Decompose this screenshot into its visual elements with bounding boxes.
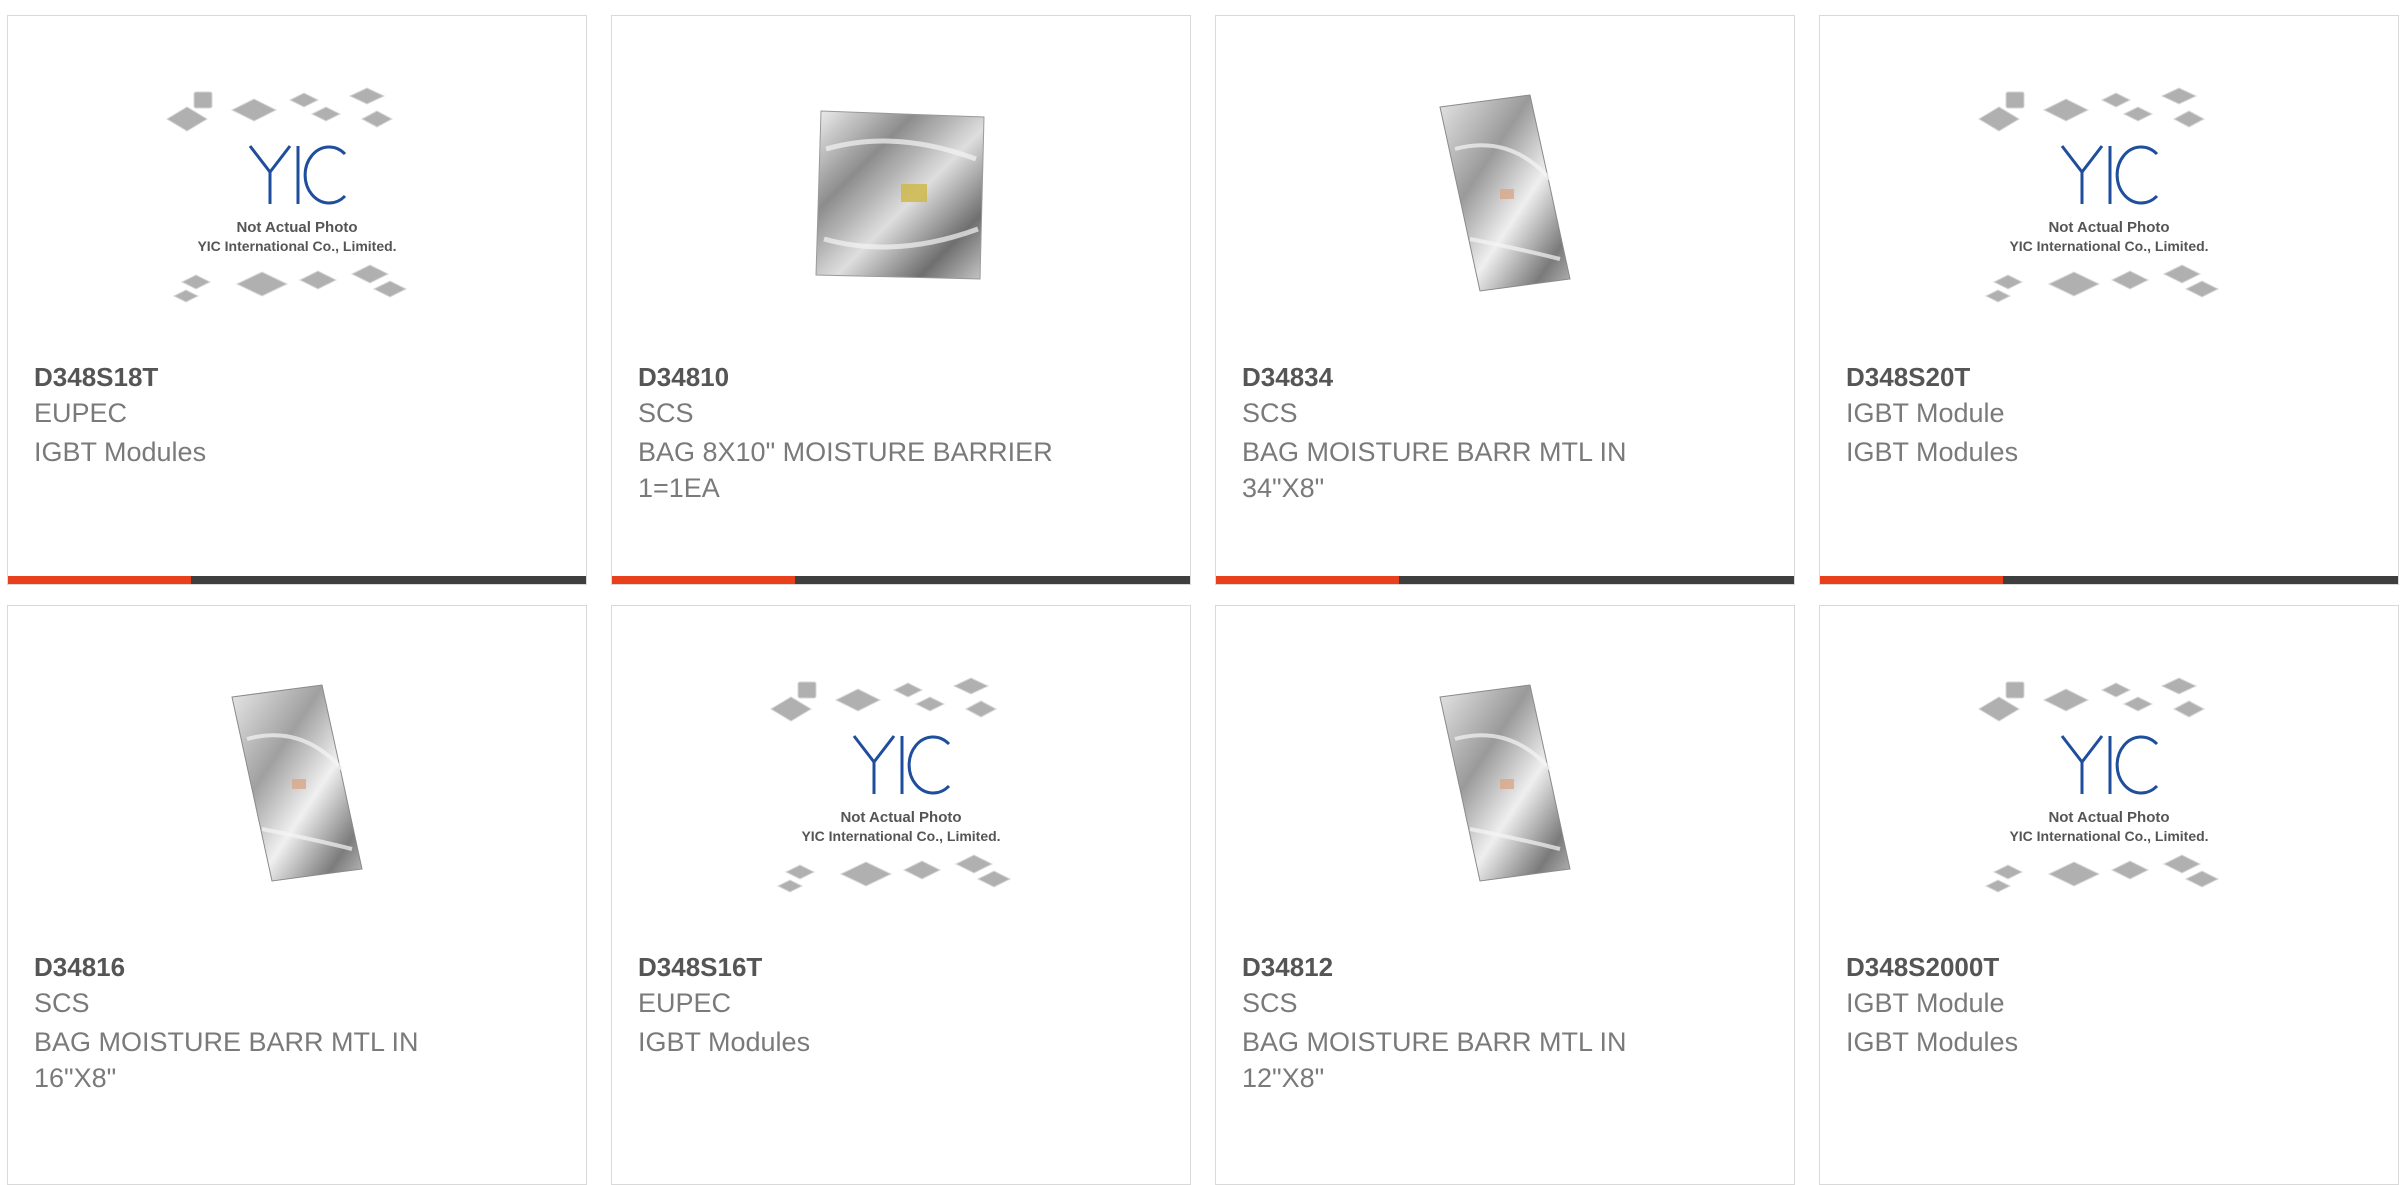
product-card[interactable]: Not Actual Photo YIC International Co., … — [1819, 605, 2399, 1185]
product-card[interactable]: D34810 SCS BAG 8X10" MOISTURE BARRIER 1=… — [611, 15, 1191, 585]
not-actual-photo-placeholder: Not Actual Photo YIC International Co., … — [166, 86, 408, 303]
placeholder-line1: Not Actual Photo — [840, 809, 961, 826]
description: BAG 8X10" MOISTURE BARRIER 1=1EA — [638, 437, 1053, 503]
product-card[interactable]: D34834 SCS BAG MOISTURE BARR MTL IN 34"X… — [1215, 15, 1795, 585]
manufacturer: SCS — [638, 398, 694, 428]
card-bar-accent — [1820, 576, 2003, 584]
card-bar — [8, 576, 586, 584]
card-bar-accent — [8, 576, 191, 584]
product-image[interactable]: Not Actual Photo YIC International Co., … — [612, 671, 1190, 896]
moisture-bag-photo — [815, 109, 985, 280]
moisture-bag-photo — [1439, 93, 1571, 292]
placeholder-line2: YIC International Co., Limited. — [197, 238, 396, 254]
description: BAG MOISTURE BARR MTL IN 34"X8" — [1242, 437, 1627, 503]
description: IGBT Modules — [638, 1027, 811, 1057]
card-bar — [1820, 576, 2398, 584]
product-image[interactable]: Not Actual Photo YIC International Co., … — [1820, 671, 2398, 896]
manufacturer: IGBT Module — [1846, 398, 2005, 428]
moisture-bag-photo — [231, 683, 363, 882]
not-actual-photo-placeholder: Not Actual Photo YIC International Co., … — [1978, 86, 2220, 303]
description: BAG MOISTURE BARR MTL IN 16"X8" — [34, 1027, 419, 1093]
card-bar — [612, 576, 1190, 584]
product-image[interactable] — [1216, 671, 1794, 896]
not-actual-photo-placeholder: Not Actual Photo YIC International Co., … — [1978, 676, 2220, 893]
card-bar — [1216, 576, 1794, 584]
description: IGBT Modules — [34, 437, 207, 467]
placeholder-line1: Not Actual Photo — [2048, 809, 2169, 826]
placeholder-line1: Not Actual Photo — [236, 219, 357, 236]
placeholder-line1: Not Actual Photo — [2048, 219, 2169, 236]
description: IGBT Modules — [1846, 437, 2019, 467]
part-number[interactable]: D34816 — [34, 952, 125, 983]
product-card[interactable]: Not Actual Photo YIC International Co., … — [7, 15, 587, 585]
manufacturer: SCS — [34, 988, 90, 1018]
product-image[interactable]: Not Actual Photo YIC International Co., … — [1820, 81, 2398, 306]
manufacturer: SCS — [1242, 398, 1298, 428]
part-number[interactable]: D34810 — [638, 362, 729, 393]
part-number[interactable]: D348S16T — [638, 952, 762, 983]
card-bar-accent — [1216, 576, 1399, 584]
product-image[interactable] — [612, 81, 1190, 306]
part-number[interactable]: D34812 — [1242, 952, 1333, 983]
manufacturer: EUPEC — [34, 398, 128, 428]
manufacturer: IGBT Module — [1846, 988, 2005, 1018]
product-image[interactable] — [8, 671, 586, 896]
placeholder-line2: YIC International Co., Limited. — [2009, 238, 2208, 254]
part-number[interactable]: D34834 — [1242, 362, 1333, 393]
card-bar-accent — [612, 576, 795, 584]
product-image[interactable] — [1216, 81, 1794, 306]
manufacturer: EUPEC — [638, 988, 732, 1018]
part-number[interactable]: D348S2000T — [1846, 952, 1999, 983]
description: BAG MOISTURE BARR MTL IN 12"X8" — [1242, 1027, 1627, 1093]
description: IGBT Modules — [1846, 1027, 2019, 1057]
product-card[interactable]: D34812 SCS BAG MOISTURE BARR MTL IN 12"X… — [1215, 605, 1795, 1185]
part-number[interactable]: D348S20T — [1846, 362, 1970, 393]
product-image[interactable]: Not Actual Photo YIC International Co., … — [8, 81, 586, 306]
product-card[interactable]: D34816 SCS BAG MOISTURE BARR MTL IN 16"X… — [7, 605, 587, 1185]
part-number[interactable]: D348S18T — [34, 362, 158, 393]
placeholder-line2: YIC International Co., Limited. — [801, 828, 1000, 844]
product-card[interactable]: Not Actual Photo YIC International Co., … — [1819, 15, 2399, 585]
not-actual-photo-placeholder: Not Actual Photo YIC International Co., … — [770, 676, 1012, 893]
product-grid: Not Actual Photo YIC International Co., … — [0, 0, 2400, 1185]
manufacturer: SCS — [1242, 988, 1298, 1018]
moisture-bag-photo — [1439, 683, 1571, 882]
placeholder-line2: YIC International Co., Limited. — [2009, 828, 2208, 844]
product-card[interactable]: Not Actual Photo YIC International Co., … — [611, 605, 1191, 1185]
